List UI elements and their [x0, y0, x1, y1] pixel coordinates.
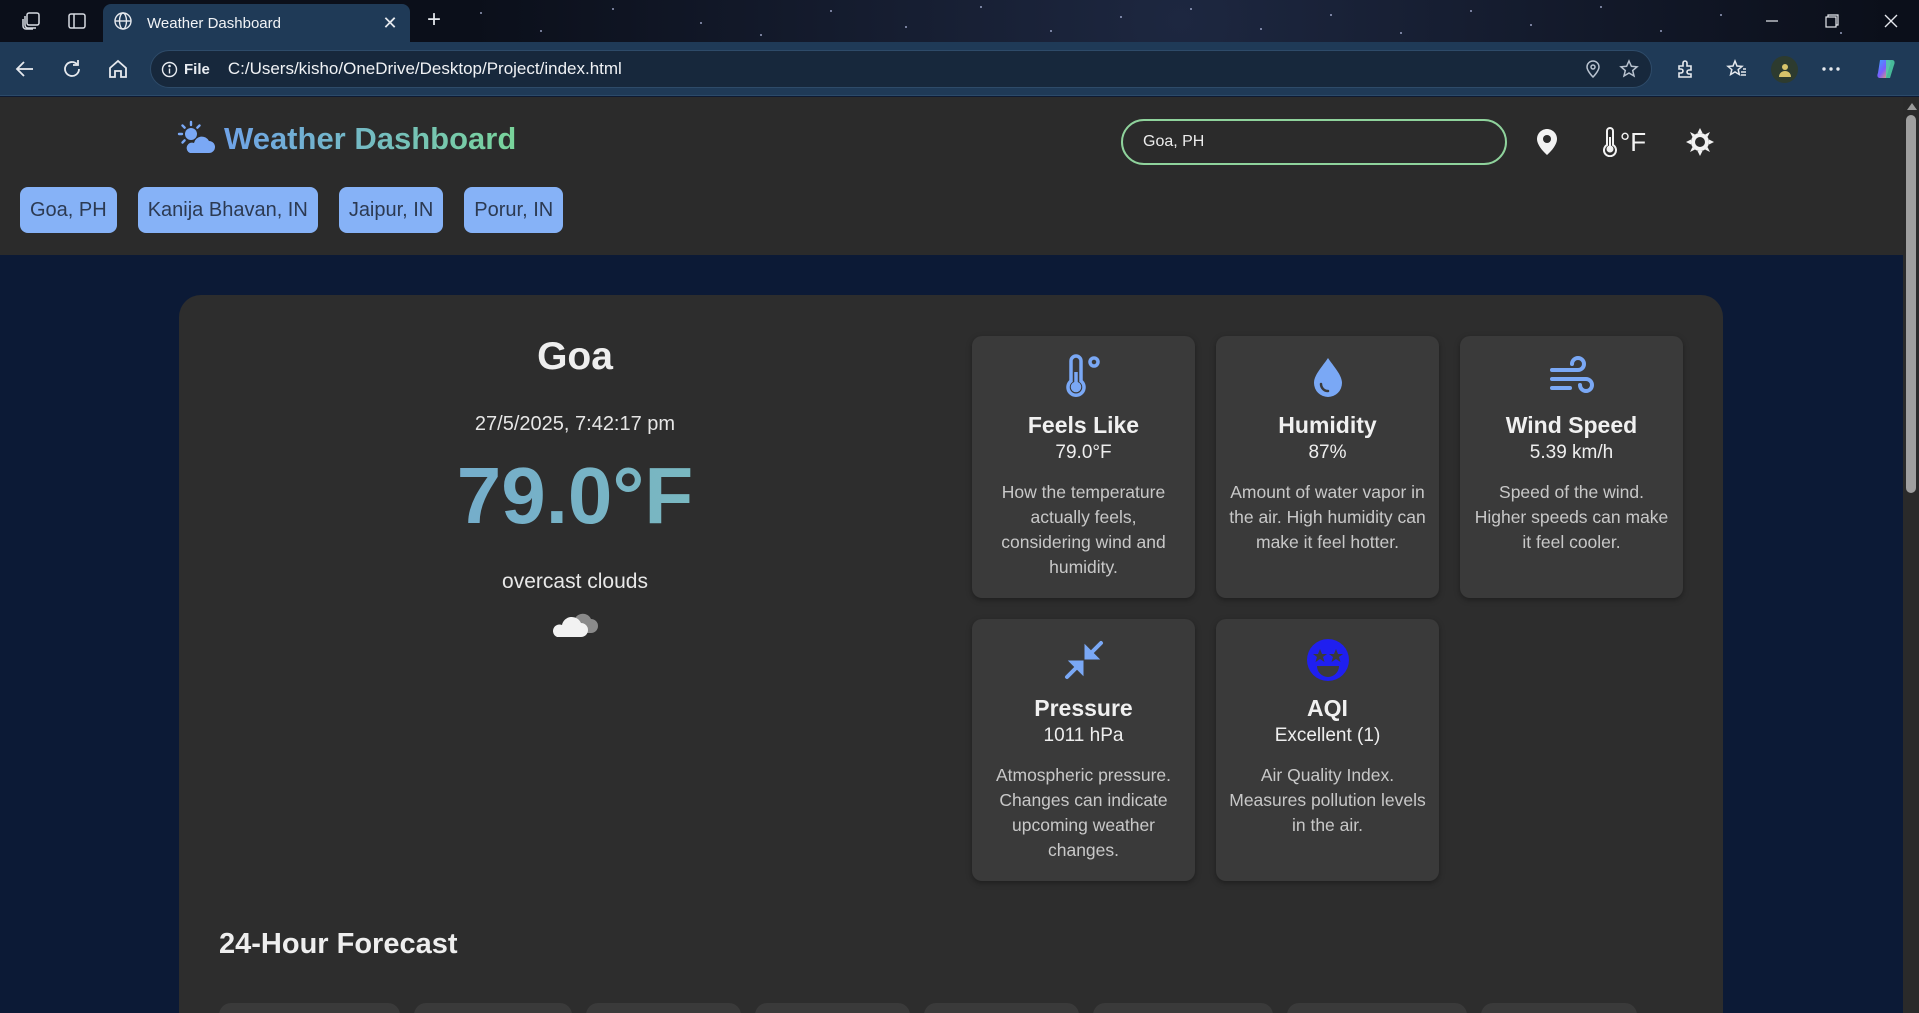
forecast-item [1481, 1003, 1637, 1013]
forecast-item [1287, 1003, 1467, 1013]
home-icon[interactable] [104, 55, 132, 83]
metric-value: 79.0°F [1055, 442, 1112, 463]
metric-title: Pressure [1034, 695, 1133, 721]
metric-value: 87% [1308, 442, 1347, 463]
forecast-item [924, 1003, 1079, 1013]
recent-city-chip[interactable]: Kanija Bhavan, IN [137, 187, 318, 233]
forecast-item [414, 1003, 572, 1013]
page-scrollbar[interactable] [1903, 97, 1919, 1013]
favorites-icon[interactable] [1723, 55, 1751, 83]
metric-description: Air Quality Index. Measures pollution le… [1229, 765, 1426, 835]
city-search-input[interactable] [1121, 119, 1507, 165]
smile-icon [1216, 637, 1439, 683]
forecast-heading: 24-Hour Forecast [219, 928, 458, 960]
app-title: Weather Dashboard [224, 121, 517, 156]
recent-city-chip[interactable]: Goa, PH [20, 187, 117, 233]
unit-label: °F [1619, 126, 1647, 157]
weather-card: Goa 27/5/2025, 7:42:17 pm 79.0°F overcas… [179, 295, 1723, 1013]
metric-title: Wind Speed [1505, 412, 1638, 438]
favorite-star-icon[interactable] [1615, 55, 1643, 83]
recent-city-chip[interactable]: Jaipur, IN [338, 187, 444, 233]
city-name: Goa [537, 335, 613, 378]
new-tab-button[interactable]: + [421, 8, 447, 34]
metric-description: How the temperature actually feels, cons… [1001, 482, 1166, 577]
weather-condition: overcast clouds [502, 570, 648, 593]
theme-toggle-button[interactable] [1684, 123, 1716, 161]
unit-toggle-button[interactable]: °F [1594, 123, 1654, 161]
metric-description: Speed of the wind. Higher speeds can mak… [1474, 482, 1669, 552]
forecast-item [586, 1003, 741, 1013]
site-info-button[interactable]: File [161, 61, 210, 78]
use-location-button[interactable] [1532, 123, 1562, 161]
profile-avatar[interactable] [1771, 56, 1798, 83]
forecast-item [1093, 1003, 1273, 1013]
refresh-icon[interactable] [58, 55, 86, 83]
restore-icon[interactable] [1818, 8, 1846, 34]
scroll-up-arrow-icon[interactable] [1907, 103, 1917, 110]
metric-value: 1011 hPa [1043, 725, 1124, 746]
metric-title: Humidity [1278, 412, 1377, 438]
scroll-thumb[interactable] [1906, 115, 1916, 493]
address-bar[interactable]: File C:/Users/kisho/OneDrive/Desktop/Pro… [150, 50, 1652, 88]
metric-value: Excellent (1) [1274, 725, 1381, 746]
thermometer-icon [1602, 127, 1617, 157]
app-logo: Weather Dashboard [176, 119, 516, 159]
forecast-item [755, 1003, 910, 1013]
sun-icon [1686, 128, 1714, 156]
metric-title: Feels Like [1027, 412, 1140, 438]
recent-city-chip[interactable]: Porur, IN [464, 187, 564, 233]
tab-actions-icon[interactable] [65, 9, 89, 33]
wind-speed-card: Wind Speed 5.39 km/h Speed of the wind. … [1460, 336, 1683, 598]
cloud-icon [549, 605, 601, 641]
sun-cloud-icon [176, 119, 216, 159]
droplet-icon [1216, 354, 1439, 400]
close-window-icon[interactable] [1877, 8, 1905, 34]
extensions-icon[interactable] [1672, 55, 1700, 83]
metric-description: Amount of water vapor in the air. High h… [1229, 482, 1426, 552]
thermometer-icon [972, 354, 1195, 400]
minimize-icon[interactable] [1758, 8, 1786, 34]
local-datetime: 27/5/2025, 7:42:17 pm [474, 413, 676, 435]
tab-close-icon[interactable]: ✕ [380, 13, 400, 34]
current-temperature: 79.0°F [179, 450, 971, 542]
more-menu-icon[interactable] [1817, 55, 1845, 83]
humidity-card: Humidity 87% Amount of water vapor in th… [1216, 336, 1439, 598]
tab-weather-dashboard[interactable]: Weather Dashboard ✕ [103, 4, 410, 42]
address-url[interactable]: C:/Users/kisho/OneDrive/Desktop/Project/… [228, 59, 1579, 79]
metric-title: AQI [1307, 695, 1348, 721]
browser-navbar: File C:/Users/kisho/OneDrive/Desktop/Pro… [0, 42, 1919, 96]
browser-titlebar: Weather Dashboard ✕ + [0, 0, 1919, 42]
copilot-icon[interactable] [1872, 55, 1900, 83]
metric-value: 5.39 km/h [1529, 442, 1614, 463]
tab-title: Weather Dashboard [147, 14, 281, 32]
metric-description: Atmospheric pressure. Changes can indica… [995, 765, 1172, 860]
weather-app-page: Weather Dashboard °F Goa, PH Kanija Bhav… [0, 97, 1903, 1013]
recent-cities: Goa, PH Kanija Bhavan, IN Jaipur, IN Por… [20, 187, 564, 233]
info-icon [161, 61, 178, 77]
forecast-strip [219, 1003, 1637, 1013]
wind-icon [1460, 354, 1683, 400]
forecast-item [219, 1003, 400, 1013]
globe-icon [113, 11, 133, 36]
aqi-card: AQI Excellent (1) Air Quality Index. Mea… [1216, 619, 1439, 881]
compress-icon [972, 637, 1195, 683]
pressure-card: Pressure 1011 hPa Atmospheric pressure. … [972, 619, 1195, 881]
address-prefix: File [184, 60, 210, 78]
app-header: Weather Dashboard °F Goa, PH Kanija Bhav… [0, 97, 1903, 255]
map-marker-icon [1537, 129, 1557, 155]
profile-icon [1778, 63, 1791, 77]
location-pin-icon[interactable] [1579, 55, 1607, 83]
feels-like-card: Feels Like 79.0°F How the temperature ac… [972, 336, 1195, 598]
workspaces-icon[interactable] [19, 9, 43, 33]
back-icon[interactable] [11, 55, 39, 83]
